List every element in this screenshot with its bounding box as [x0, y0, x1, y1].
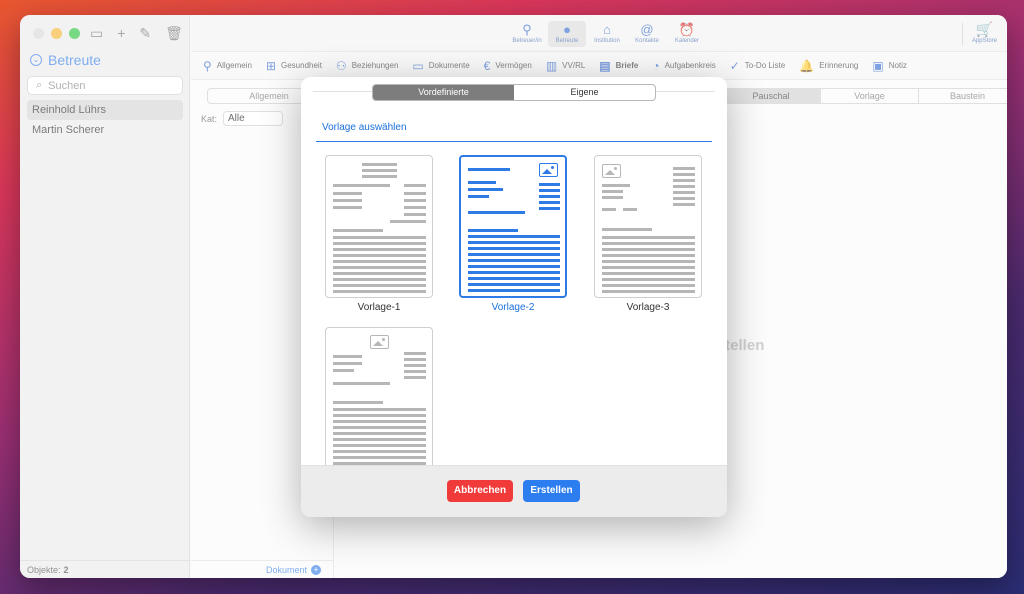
template-dialog: Vordefinierte Eigene Vorlage auswählen V…	[301, 77, 727, 517]
cancel-button[interactable]: Abbrechen	[447, 480, 513, 502]
template-source-tabs: Vordefinierte Eigene	[372, 84, 656, 101]
dialog-heading: Vorlage auswählen	[322, 122, 407, 133]
template-tile-3[interactable]: Vorlage-3	[594, 155, 702, 313]
template-tile-1[interactable]: Vorlage-1	[325, 155, 433, 313]
create-button[interactable]: Erstellen	[523, 480, 580, 502]
template-grid: Vorlage-1 Vorlage-2 Vorlage-3	[301, 151, 727, 465]
image-placeholder-icon	[370, 335, 389, 349]
template-preview	[325, 327, 433, 465]
divider	[316, 141, 712, 142]
tab-eigene[interactable]: Eigene	[514, 85, 655, 100]
template-tile-2[interactable]: Vorlage-2	[459, 155, 567, 313]
tab-vordefinierte[interactable]: Vordefinierte	[373, 85, 514, 100]
image-placeholder-icon	[539, 163, 558, 177]
template-label: Vorlage-2	[491, 302, 535, 313]
image-placeholder-icon	[602, 164, 621, 178]
template-label: Vorlage-3	[626, 302, 670, 313]
dialog-footer: Abbrechen Erstellen	[301, 465, 727, 517]
template-preview	[459, 155, 567, 298]
template-label: Vorlage-1	[357, 302, 401, 313]
template-preview	[325, 155, 433, 298]
template-preview	[594, 155, 702, 298]
template-tile-4[interactable]	[325, 327, 433, 465]
